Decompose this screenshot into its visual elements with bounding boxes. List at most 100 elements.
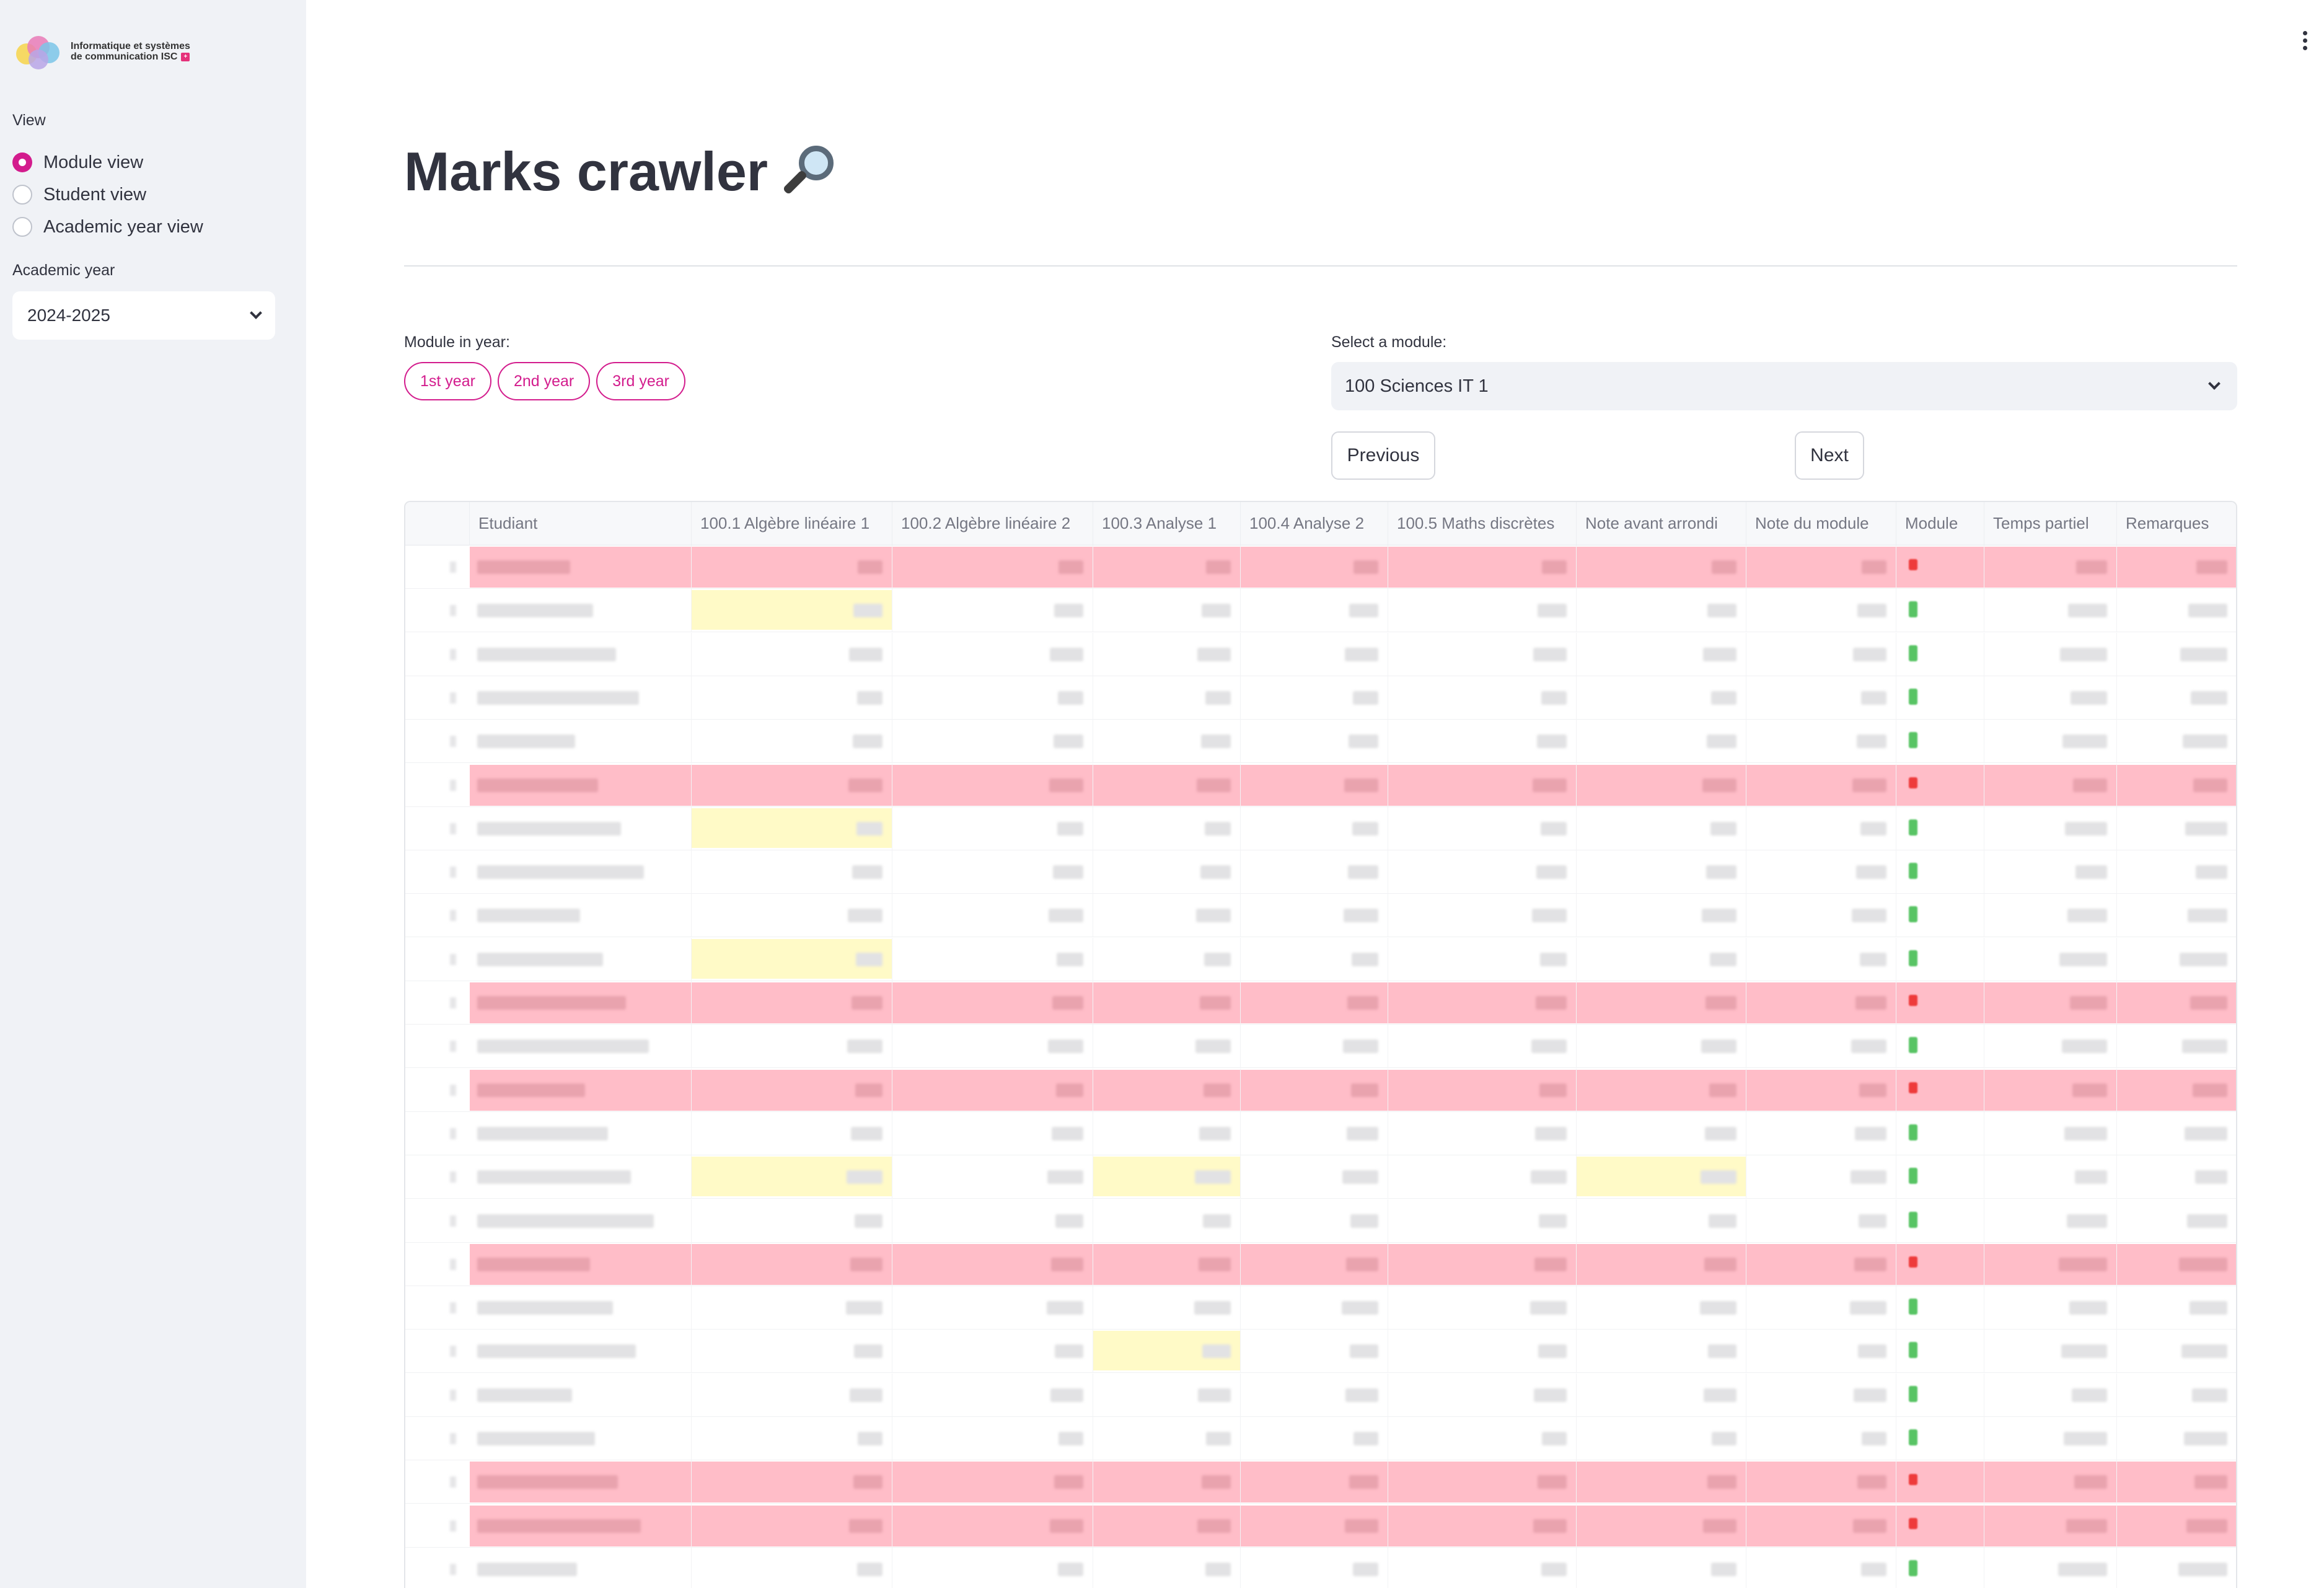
table-cell[interactable] bbox=[1896, 1111, 1984, 1155]
table-cell[interactable] bbox=[892, 806, 1093, 850]
table-cell[interactable] bbox=[1896, 1547, 1984, 1588]
table-cell[interactable] bbox=[892, 763, 1093, 807]
table-row[interactable] bbox=[405, 1199, 2236, 1243]
table-cell[interactable] bbox=[1746, 545, 1896, 589]
table-cell[interactable] bbox=[1093, 1155, 1241, 1199]
table-row[interactable] bbox=[405, 850, 2236, 894]
column-header[interactable]: Etudiant bbox=[470, 502, 692, 545]
table-cell[interactable] bbox=[470, 763, 692, 807]
table-cell[interactable] bbox=[1388, 545, 1577, 589]
table-cell[interactable] bbox=[1093, 1111, 1241, 1155]
table-cell[interactable] bbox=[1093, 1068, 1241, 1112]
table-cell[interactable] bbox=[470, 850, 692, 894]
table-cell[interactable] bbox=[470, 1417, 692, 1460]
table-cell[interactable] bbox=[2117, 1025, 2236, 1068]
table-cell[interactable] bbox=[1388, 1111, 1577, 1155]
table-cell[interactable] bbox=[1241, 720, 1388, 764]
table-cell[interactable] bbox=[470, 1373, 692, 1417]
table-cell[interactable] bbox=[1984, 981, 2117, 1025]
table-cell[interactable] bbox=[1577, 1286, 1746, 1330]
table-cell[interactable] bbox=[1093, 850, 1241, 894]
column-header[interactable]: 100.4 Analyse 2 bbox=[1241, 502, 1388, 545]
table-cell[interactable] bbox=[1241, 806, 1388, 850]
table-cell[interactable] bbox=[2117, 807, 2236, 850]
table-cell[interactable] bbox=[1746, 1025, 1896, 1069]
table-cell[interactable] bbox=[1984, 1155, 2117, 1199]
table-cell[interactable] bbox=[1746, 1286, 1896, 1330]
table-cell[interactable] bbox=[1896, 806, 1984, 850]
table-cell[interactable] bbox=[1241, 1286, 1388, 1330]
table-cell[interactable] bbox=[1093, 894, 1241, 938]
table-cell[interactable] bbox=[692, 937, 892, 981]
year-button-3[interactable]: 3rd year bbox=[596, 362, 685, 400]
column-header[interactable]: Note du module bbox=[1746, 502, 1896, 545]
table-cell[interactable] bbox=[1388, 589, 1577, 633]
table-row[interactable] bbox=[405, 632, 2236, 676]
table-cell[interactable] bbox=[892, 1330, 1093, 1374]
table-cell[interactable] bbox=[1984, 1460, 2117, 1504]
table-cell[interactable] bbox=[1388, 1286, 1577, 1330]
table-cell[interactable] bbox=[692, 1111, 892, 1155]
table-cell[interactable] bbox=[2117, 894, 2236, 937]
table-cell[interactable] bbox=[1896, 1460, 1984, 1504]
table-cell[interactable] bbox=[1746, 676, 1896, 720]
table-cell[interactable] bbox=[1577, 1547, 1746, 1588]
table-cell[interactable] bbox=[1388, 937, 1577, 981]
table-cell[interactable] bbox=[1896, 720, 1984, 764]
table-cell[interactable] bbox=[1093, 1286, 1241, 1330]
table-cell[interactable] bbox=[2117, 850, 2236, 894]
table-cell[interactable] bbox=[1093, 1330, 1241, 1374]
table-cell[interactable] bbox=[692, 632, 892, 676]
table-cell[interactable] bbox=[2117, 545, 2236, 589]
table-cell[interactable] bbox=[1746, 720, 1896, 764]
table-cell[interactable] bbox=[1577, 1111, 1746, 1155]
table-cell[interactable] bbox=[1896, 1504, 1984, 1548]
table-cell[interactable] bbox=[1577, 1504, 1746, 1548]
table-cell[interactable] bbox=[1388, 894, 1577, 938]
table-cell[interactable] bbox=[1093, 1504, 1241, 1548]
table-row[interactable] bbox=[405, 937, 2236, 981]
table-cell[interactable] bbox=[1577, 981, 1746, 1025]
radio-module-view[interactable]: Module view bbox=[12, 146, 203, 179]
table-cell[interactable] bbox=[1093, 545, 1241, 589]
table-cell[interactable] bbox=[1388, 1417, 1577, 1460]
table-cell[interactable] bbox=[1896, 1417, 1984, 1460]
table-cell[interactable] bbox=[470, 894, 692, 938]
table-cell[interactable] bbox=[1241, 1199, 1388, 1243]
table-row[interactable] bbox=[405, 1155, 2236, 1199]
table-cell[interactable] bbox=[470, 1155, 692, 1199]
table-cell[interactable] bbox=[1093, 1417, 1241, 1460]
column-header[interactable]: 100.1 Algèbre linéaire 1 bbox=[692, 502, 892, 545]
table-cell[interactable] bbox=[1241, 1417, 1388, 1460]
table-cell[interactable] bbox=[1388, 1199, 1577, 1243]
radio-student-view[interactable]: Student view bbox=[12, 179, 203, 211]
table-cell[interactable] bbox=[1388, 720, 1577, 764]
table-cell[interactable] bbox=[1241, 676, 1388, 720]
table-cell[interactable] bbox=[892, 1373, 1093, 1417]
table-row[interactable] bbox=[405, 1286, 2236, 1330]
table-cell[interactable] bbox=[692, 1330, 892, 1374]
table-cell[interactable] bbox=[1984, 545, 2117, 589]
table-cell[interactable] bbox=[1093, 1547, 1241, 1588]
table-cell[interactable] bbox=[892, 1460, 1093, 1504]
table-cell[interactable] bbox=[2117, 764, 2236, 807]
table-cell[interactable] bbox=[892, 676, 1093, 720]
table-cell[interactable] bbox=[2117, 1243, 2236, 1286]
table-cell[interactable] bbox=[1746, 1068, 1896, 1112]
table-cell[interactable] bbox=[1577, 763, 1746, 807]
table-cell[interactable] bbox=[1577, 806, 1746, 850]
table-cell[interactable] bbox=[1984, 676, 2117, 720]
table-cell[interactable] bbox=[1577, 1242, 1746, 1286]
table-cell[interactable] bbox=[2117, 1504, 2236, 1548]
table-cell[interactable] bbox=[1746, 1373, 1896, 1417]
table-cell[interactable] bbox=[1577, 676, 1746, 720]
table-cell[interactable] bbox=[692, 1373, 892, 1417]
table-cell[interactable] bbox=[470, 676, 692, 720]
table-cell[interactable] bbox=[1984, 1068, 2117, 1112]
table-cell[interactable] bbox=[892, 632, 1093, 676]
table-cell[interactable] bbox=[1984, 720, 2117, 764]
table-cell[interactable] bbox=[892, 1547, 1093, 1588]
table-cell[interactable] bbox=[1388, 1373, 1577, 1417]
table-cell[interactable] bbox=[1241, 763, 1388, 807]
table-cell[interactable] bbox=[1577, 1330, 1746, 1374]
